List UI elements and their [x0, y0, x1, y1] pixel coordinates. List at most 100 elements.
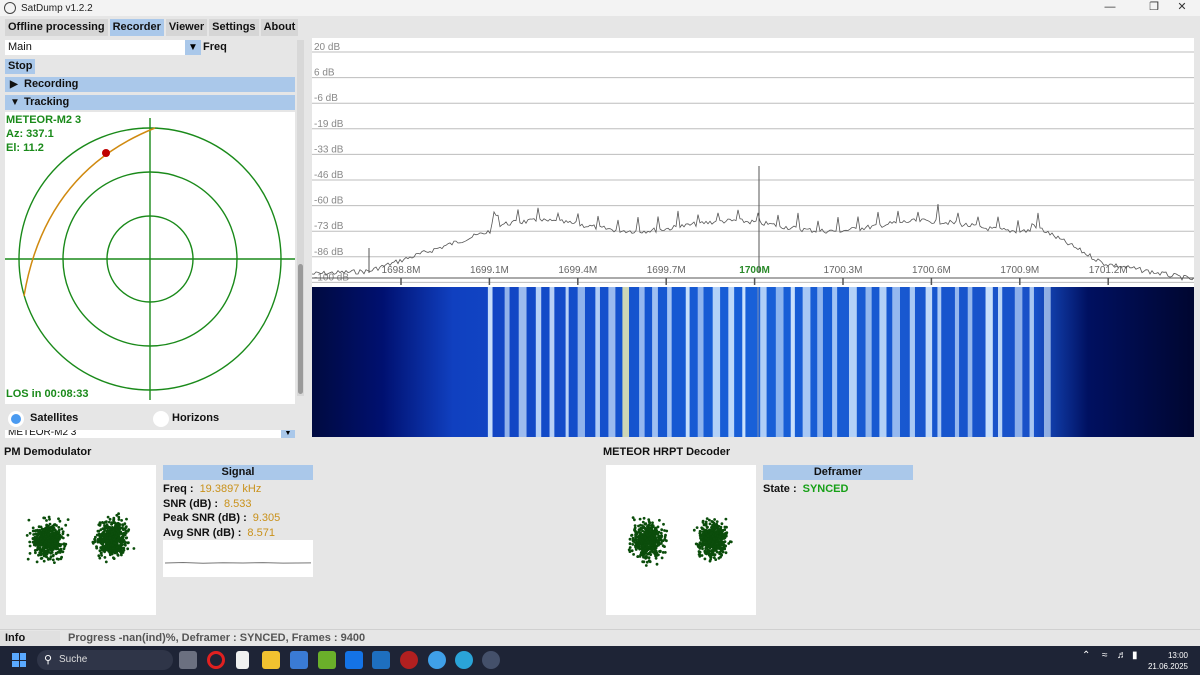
app-icon-blue[interactable] — [372, 651, 390, 669]
microsoft-store-icon[interactable] — [290, 651, 308, 669]
constellation-point — [652, 530, 656, 534]
constellation-point — [123, 533, 127, 537]
constellation-point — [630, 533, 634, 537]
constellation-point — [60, 527, 64, 531]
constellation-point — [663, 551, 667, 554]
app-icon-green[interactable] — [318, 651, 336, 669]
minimize-button[interactable]: — — [1092, 0, 1128, 16]
stop-button[interactable]: Stop — [5, 59, 36, 74]
app-icon-red[interactable] — [400, 651, 418, 669]
deframer-state-row: State : SYNCED — [763, 483, 848, 495]
scrollbar-thumb[interactable] — [298, 264, 303, 394]
tab-settings[interactable]: Settings — [209, 19, 259, 36]
constellation-point — [639, 551, 643, 554]
signal-header[interactable]: Signal — [163, 465, 313, 480]
waterfall-stripe — [817, 287, 823, 437]
tab-viewer[interactable]: Viewer — [165, 19, 208, 36]
constellation-point — [719, 552, 723, 556]
waterfall-display[interactable] — [312, 287, 1194, 437]
constellation-point — [658, 550, 662, 553]
waterfall-stripe — [577, 287, 585, 437]
deframer-header[interactable]: Deframer — [763, 465, 913, 480]
recording-section-header[interactable]: ▶ Recording — [5, 77, 295, 92]
firefox-icon[interactable] — [428, 651, 446, 669]
constellation-point — [98, 522, 102, 526]
opera-browser-icon[interactable] — [207, 651, 225, 669]
constellation-point — [634, 533, 637, 536]
constellation-point — [646, 540, 650, 544]
horizons-radio[interactable] — [153, 411, 169, 427]
tab-recorder[interactable]: Recorder — [109, 19, 164, 36]
satellites-radio-label: Satellites — [30, 412, 79, 424]
constellation-point — [117, 515, 121, 519]
edge-browser-icon[interactable] — [455, 651, 473, 669]
source-dropdown-arrow-icon[interactable]: ▼ — [185, 40, 201, 55]
constellation-point — [657, 530, 661, 534]
constellation-point — [640, 541, 643, 545]
search-icon: ⚲ — [44, 654, 53, 666]
constellation-point — [656, 525, 660, 529]
constellation-point — [96, 529, 100, 533]
satellites-radio[interactable] — [8, 411, 24, 427]
file-explorer-icon[interactable] — [262, 651, 280, 669]
constellation-point — [664, 533, 667, 537]
source-select[interactable]: Main — [5, 40, 185, 55]
constellation-point — [28, 540, 32, 544]
clock-time: 13:00 — [1167, 651, 1188, 660]
status-info-label[interactable]: Info — [0, 631, 60, 646]
constellation-point — [704, 541, 708, 544]
task-view-icon[interactable] — [179, 651, 197, 669]
constellation-point — [710, 528, 714, 532]
constellation-point — [39, 532, 42, 535]
satdump-taskbar-icon[interactable] — [482, 651, 500, 669]
outlook-icon[interactable] — [345, 651, 363, 669]
constellation-point — [695, 526, 699, 529]
constellation-point — [62, 547, 66, 551]
constellation-point — [644, 536, 647, 540]
constellation-point — [106, 542, 110, 545]
snr-value: 8.533 — [224, 498, 252, 510]
satellite-select[interactable]: METEOR-M2 3 ▼ — [5, 430, 295, 438]
constellation-point — [43, 516, 47, 520]
constellation-point — [713, 530, 717, 533]
tracking-section-header[interactable]: ▼ Tracking — [5, 95, 295, 110]
constellation-point — [106, 536, 109, 539]
windows-start-icon[interactable] — [12, 653, 26, 667]
waterfall-stripe — [985, 287, 993, 437]
battery-icon[interactable]: ▮ — [1132, 650, 1138, 661]
freq-row: Freq : 19.3897 kHz — [163, 483, 261, 495]
volume-icon[interactable]: ♬ — [1117, 650, 1127, 661]
constellation-point — [644, 541, 647, 544]
constellation-point — [59, 557, 63, 561]
document-icon[interactable] — [236, 651, 249, 669]
snr-history-plot — [163, 540, 313, 577]
window-title: SatDump v1.2.2 — [21, 2, 93, 14]
constellation-point — [33, 549, 37, 552]
constellation-point — [650, 541, 654, 544]
constellation-point — [98, 533, 101, 537]
tab-offline-processing[interactable]: Offline processing — [5, 19, 108, 36]
taskbar-clock[interactable]: 13:00 21.06.2025 — [1148, 650, 1188, 672]
constellation-point — [702, 523, 706, 527]
constellation-point — [698, 553, 701, 556]
tab-about[interactable]: About — [260, 19, 299, 36]
windows-taskbar: ⚲ Suche ⌃ ≈ ♬ ▮ 13:00 21.06.2025 — [0, 646, 1200, 675]
satellite-dropdown-arrow-icon[interactable]: ▼ — [281, 430, 295, 438]
fft-spectrum-plot[interactable]: 20 dB 6 dB -6 dB -19 dB -33 dB -46 dB -60 dB -7… — [311, 38, 1195, 287]
constellation-point — [701, 532, 705, 536]
constellation-point — [708, 522, 712, 526]
constellation-point — [108, 527, 112, 531]
left-panel-scrollbar[interactable] — [297, 40, 304, 396]
constellation-point — [127, 541, 130, 545]
constellation-point — [118, 527, 121, 531]
constellation-point — [650, 536, 654, 540]
constellation-point — [658, 518, 661, 522]
constellation-point — [41, 549, 45, 553]
taskbar-search-input[interactable]: ⚲ Suche — [37, 650, 173, 670]
constellation-point — [632, 540, 635, 543]
wifi-icon[interactable]: ≈ — [1102, 650, 1108, 661]
close-button[interactable]: ✕ — [1164, 0, 1200, 16]
constellation-point — [53, 561, 56, 564]
waterfall-stripe — [697, 287, 704, 437]
tray-chevron-up-icon[interactable]: ⌃ — [1082, 650, 1090, 661]
